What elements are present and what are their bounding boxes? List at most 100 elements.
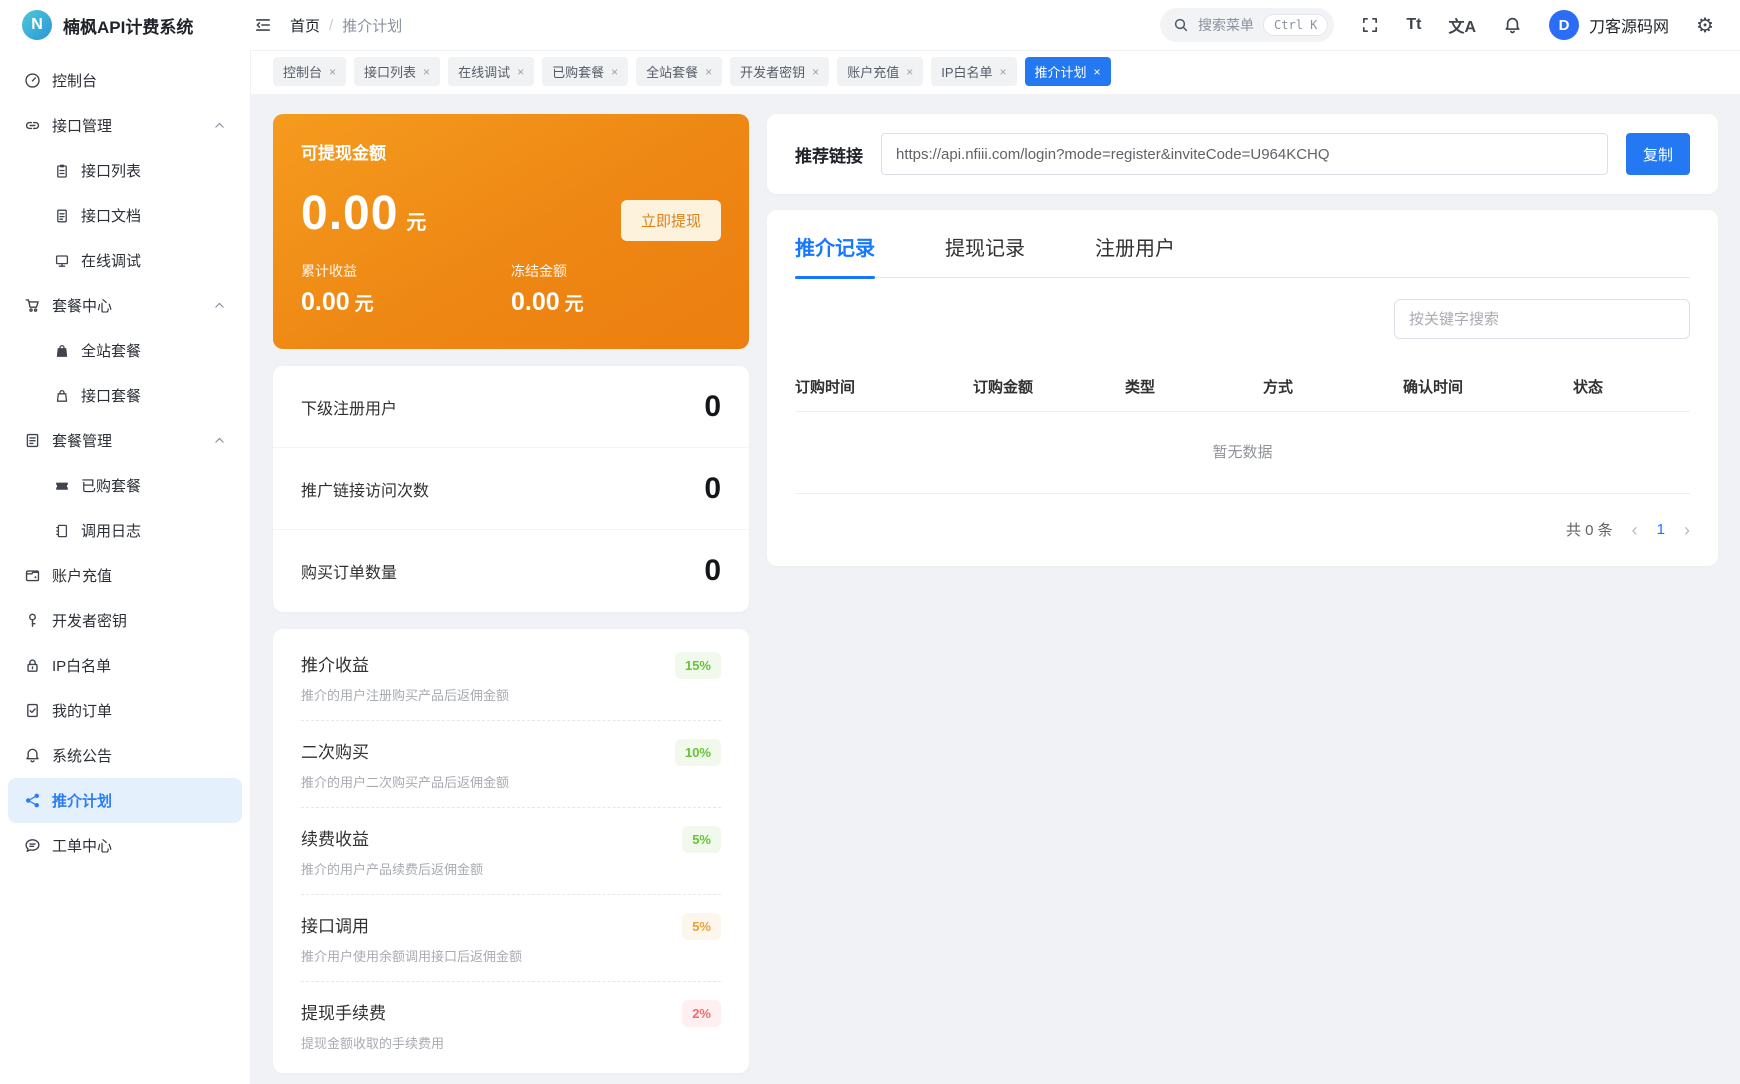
list-doc-icon: [24, 432, 41, 449]
col-method: 方式: [1263, 376, 1403, 397]
settings-gear-icon[interactable]: ⚙: [1696, 13, 1714, 38]
close-icon[interactable]: ×: [611, 65, 618, 79]
sidebar-item-purchased-packages[interactable]: 已购套餐: [8, 463, 242, 508]
referral-link-label: 推荐链接: [795, 142, 863, 167]
wallet-icon: [24, 567, 41, 584]
sidebar-item-ticket-center[interactable]: 工单中心: [8, 823, 242, 868]
breadcrumb-home[interactable]: 首页: [290, 15, 320, 36]
rate-badge: 5%: [682, 826, 721, 853]
wallet-sub-stats: 累计收益 0.00元 冻结金额 0.00元: [301, 261, 721, 317]
search-icon: [1173, 17, 1189, 33]
tab-chip-api-list[interactable]: 接口列表×: [354, 57, 440, 86]
bag-outline-icon: [54, 388, 70, 404]
menu-search-box[interactable]: 搜索菜单 Ctrl K: [1160, 8, 1334, 42]
sidebar-item-account-recharge[interactable]: 账户充值: [8, 553, 242, 598]
app-root: N 楠枫API计费系统 首页 / 推介计划 搜索菜单 Ctrl K: [0, 0, 1740, 1084]
next-page-icon[interactable]: ›: [1684, 521, 1690, 539]
withdrawable-balance-card: 可提现金额 0.00 元 立即提现 累计收益 0.00元: [273, 114, 749, 349]
menu-fold-icon[interactable]: [254, 16, 272, 34]
sidebar-item-my-orders[interactable]: 我的订单: [8, 688, 242, 733]
key-icon: [24, 612, 41, 629]
close-icon[interactable]: ×: [329, 65, 336, 79]
prev-page-icon[interactable]: ‹: [1632, 521, 1638, 539]
sidebar-group-package-management[interactable]: 套餐管理: [8, 418, 242, 463]
font-size-icon[interactable]: Tt: [1406, 16, 1421, 34]
tab-chip-ip-whitelist[interactable]: IP白名单×: [931, 57, 1016, 86]
avatar: D: [1549, 10, 1579, 40]
open-tabs-bar: 控制台× 接口列表× 在线调试× 已购套餐× 全站套餐× 开发者密钥× 账户充值…: [251, 50, 1740, 94]
sidebar-group-api-management[interactable]: 接口管理: [8, 103, 242, 148]
empty-state: 暂无数据: [795, 412, 1690, 494]
commission-rates-card: 推介收益 推介的用户注册购买产品后返佣金额 15% 二次购买 推介的用户二次购买…: [273, 629, 749, 1073]
chevron-up-icon: [213, 299, 226, 312]
tab-chip-account-recharge[interactable]: 账户充值×: [837, 57, 923, 86]
header-mid: 首页 / 推介计划: [250, 15, 402, 36]
sidebar-item-api-list[interactable]: 接口列表: [8, 148, 242, 193]
user-name: 刀客源码网: [1589, 13, 1669, 37]
breadcrumb: 首页 / 推介计划: [290, 15, 402, 36]
rate-badge: 2%: [682, 1000, 721, 1027]
table-header: 订购时间 订购金额 类型 方式 确认时间 状态: [795, 362, 1690, 412]
pagination: 共 0 条 ‹ 1 ›: [795, 519, 1690, 540]
tab-chip-online-debug[interactable]: 在线调试×: [448, 57, 534, 86]
translate-icon[interactable]: 文A: [1448, 13, 1476, 37]
sidebar-item-api-packages[interactable]: 接口套餐: [8, 373, 242, 418]
bag-filled-icon: [54, 343, 70, 359]
tab-chip-developer-key[interactable]: 开发者密钥×: [730, 57, 829, 86]
tab-withdrawal-records[interactable]: 提现记录: [945, 232, 1025, 277]
sidebar-item-referral-program[interactable]: 推介计划: [8, 778, 242, 823]
tab-referral-records[interactable]: 推介记录: [795, 232, 875, 277]
keyword-search-input[interactable]: [1394, 299, 1690, 339]
close-icon[interactable]: ×: [812, 65, 819, 79]
app-title: 楠枫API计费系统: [63, 13, 193, 38]
clipboard-icon: [54, 163, 70, 179]
close-icon[interactable]: ×: [906, 65, 913, 79]
breadcrumb-separator: /: [329, 17, 333, 34]
withdraw-now-button[interactable]: 立即提现: [621, 200, 721, 241]
chat-icon: [24, 837, 41, 854]
notification-bell-icon[interactable]: [1503, 16, 1522, 35]
monitor-icon: [54, 253, 70, 269]
stat-row-registered-users: 下级注册用户 0: [273, 366, 749, 448]
sidebar-item-api-docs[interactable]: 接口文档: [8, 193, 242, 238]
col-order-time: 订购时间: [795, 376, 973, 397]
close-icon[interactable]: ×: [1000, 65, 1007, 79]
right-column: 推荐链接 复制 推介记录 提现记录 注册用户: [767, 114, 1718, 566]
chevron-up-icon: [213, 434, 226, 447]
keyword-search-row: [795, 299, 1690, 339]
page-number[interactable]: 1: [1657, 521, 1665, 538]
fullscreen-icon[interactable]: [1361, 16, 1379, 34]
tab-chip-purchased-packages[interactable]: 已购套餐×: [542, 57, 628, 86]
tab-registered-users[interactable]: 注册用户: [1095, 232, 1175, 277]
col-order-amount: 订购金额: [973, 376, 1125, 397]
sidebar-item-system-announcements[interactable]: 系统公告: [8, 733, 242, 778]
total-count: 共 0 条: [1566, 519, 1613, 540]
referral-link-input[interactable]: [881, 133, 1608, 175]
rate-badge: 15%: [675, 652, 721, 679]
gauge-icon: [24, 72, 41, 89]
rate-row-second-purchase: 二次购买 推介的用户二次购买产品后返佣金额 10%: [301, 721, 721, 808]
sidebar-item-site-packages[interactable]: 全站套餐: [8, 328, 242, 373]
sidebar-group-package-center[interactable]: 套餐中心: [8, 283, 242, 328]
top-header: N 楠枫API计费系统 首页 / 推介计划 搜索菜单 Ctrl K: [0, 0, 1740, 50]
search-placeholder-text: 搜索菜单: [1198, 15, 1254, 35]
tab-chip-site-packages[interactable]: 全站套餐×: [636, 57, 722, 86]
tab-chip-dashboard[interactable]: 控制台×: [273, 57, 346, 86]
records-tabs: 推介记录 提现记录 注册用户: [795, 232, 1690, 278]
sidebar-item-online-debug[interactable]: 在线调试: [8, 238, 242, 283]
sidebar-item-dashboard[interactable]: 控制台: [8, 58, 242, 103]
search-shortcut-badge: Ctrl K: [1263, 14, 1328, 36]
copy-button[interactable]: 复制: [1626, 133, 1690, 175]
close-icon[interactable]: ×: [423, 65, 430, 79]
tab-chip-referral-program-active[interactable]: 推介计划×: [1025, 57, 1111, 86]
user-menu[interactable]: D 刀客源码网: [1549, 10, 1669, 40]
sidebar-item-developer-key[interactable]: 开发者密钥: [8, 598, 242, 643]
close-icon[interactable]: ×: [517, 65, 524, 79]
close-icon[interactable]: ×: [1094, 65, 1101, 79]
page-body: 可提现金额 0.00 元 立即提现 累计收益 0.00元: [251, 94, 1740, 1084]
sidebar-item-call-logs[interactable]: 调用日志: [8, 508, 242, 553]
sidebar-item-ip-whitelist[interactable]: IP白名单: [8, 643, 242, 688]
close-icon[interactable]: ×: [705, 65, 712, 79]
ticket-icon: [54, 478, 70, 494]
stat-row-link-visits: 推广链接访问次数 0: [273, 448, 749, 530]
